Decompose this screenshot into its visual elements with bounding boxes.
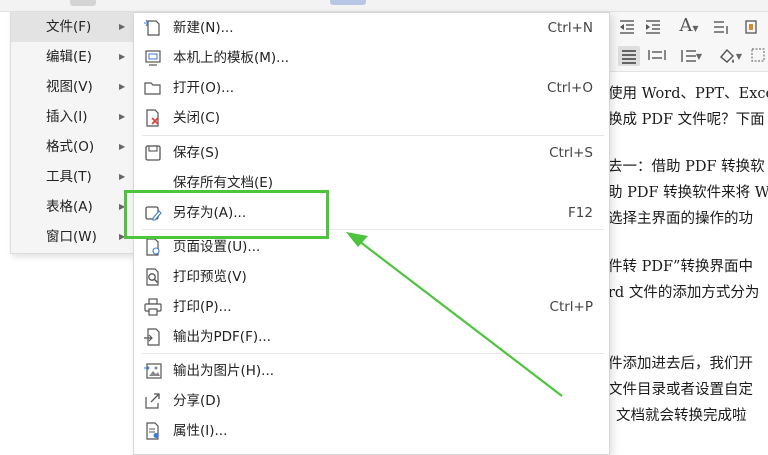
menu-item-new[interactable]: 新建(N)... Ctrl+N — [134, 13, 609, 43]
submenu-arrow-icon: ▶ — [119, 22, 126, 31]
doc-line: 件添加进去后，我们开 — [608, 356, 753, 372]
export-pdf-icon — [144, 328, 160, 346]
doc-line: 去一：借助 PDF 转换软 — [608, 159, 765, 175]
doc-line: 换成 PDF 文件呢？下面 — [608, 112, 765, 128]
menu-item-label: 输出为PDF(F)... — [173, 329, 271, 345]
shortcut-label: Ctrl+N — [547, 20, 593, 36]
formatting-toolbar: A▼ ▼ ▼ — [608, 12, 768, 72]
chevron-down-icon: ▼ — [695, 52, 703, 61]
menu-item-label: 新建(N)... — [173, 20, 234, 36]
submenu-arrow-icon: ▶ — [119, 142, 126, 151]
menu-item-close[interactable]: 关闭(C) — [134, 103, 609, 133]
tab-indicator-left — [70, 0, 96, 6]
chevron-down-icon: ▼ — [692, 24, 699, 33]
doc-line: rd 文件的添加方式分为 — [608, 285, 760, 301]
menu-item-insert[interactable]: 插入(I) ▶ — [11, 102, 133, 132]
highlight-text-icon[interactable] — [744, 18, 764, 38]
doc-line: 文档就会转换完成啦 — [616, 408, 747, 424]
menu-item-label: 本机上的模板(M)... — [173, 50, 290, 66]
menu-item-window[interactable]: 窗口(W) ▶ — [11, 222, 133, 252]
menu-item-label: 插入(I) — [46, 109, 88, 125]
tab-indicator — [330, 0, 366, 5]
menu-item-save[interactable]: 保存(S) Ctrl+S — [134, 138, 609, 168]
menu-item-local-templates[interactable]: 本机上的模板(M)... — [134, 43, 609, 73]
border-icon[interactable] — [750, 46, 768, 66]
doc-line: 文件目录或者设置自定 — [608, 382, 753, 398]
line-spacing-button[interactable]: ▼ — [676, 46, 706, 66]
menu-item-label: 分享(D) — [173, 393, 221, 409]
menu-item-label: 属性(I)... — [173, 423, 228, 439]
new-document-icon — [144, 19, 160, 36]
menu-item-open[interactable]: 打开(O)... Ctrl+O — [134, 73, 609, 103]
submenu-arrow-icon: ▶ — [119, 52, 126, 61]
doc-line: 助 PDF 转换软件来将 W — [608, 185, 768, 201]
close-document-icon — [146, 109, 159, 127]
menu-item-view[interactable]: 视图(V) ▶ — [11, 72, 133, 102]
menu-item-edit[interactable]: 编辑(E) ▶ — [11, 42, 133, 72]
distributed-align-icon[interactable] — [648, 46, 670, 66]
menu-item-properties[interactable]: 属性(I)... — [134, 416, 609, 446]
menu-item-label: 打印预览(V) — [173, 269, 247, 285]
menu-item-label: 保存(S) — [173, 145, 220, 161]
doc-line: 件转 PDF”转换界面中 — [608, 259, 753, 275]
menu-item-tools[interactable]: 工具(T) ▶ — [11, 162, 133, 192]
menu-item-label: 视图(V) — [46, 79, 93, 95]
main-menu: 文件(F) ▶ 编辑(E) ▶ 视图(V) ▶ 插入(I) ▶ 格式(O) ▶ … — [10, 12, 134, 254]
menu-item-file[interactable]: 文件(F) ▶ — [11, 12, 133, 42]
shortcut-label: Ctrl+P — [549, 299, 593, 315]
submenu-arrow-icon: ▶ — [119, 82, 126, 91]
increase-indent-icon[interactable] — [644, 18, 662, 38]
clear-format-icon[interactable] — [712, 18, 732, 38]
menu-item-label: 打印(P)... — [173, 299, 232, 315]
submenu-arrow-icon: ▶ — [119, 172, 126, 181]
export-image-icon — [144, 363, 162, 379]
menu-separator — [142, 135, 604, 136]
shortcut-label: Ctrl+S — [549, 145, 593, 161]
highlight-box — [124, 190, 329, 239]
page-setup-icon — [146, 238, 160, 256]
properties-icon — [146, 422, 159, 440]
menu-item-label: 关闭(C) — [173, 110, 220, 126]
menu-item-label: 窗口(W) — [46, 229, 97, 245]
save-icon — [145, 145, 161, 161]
font-a-icon: A — [679, 15, 693, 36]
menu-item-label: 打开(O)... — [173, 80, 235, 96]
shading-button[interactable]: ▼ — [714, 46, 746, 66]
print-preview-icon — [146, 268, 159, 286]
menu-item-label: 输出为图片(H)... — [173, 363, 275, 379]
template-icon — [145, 50, 161, 66]
decrease-indent-icon[interactable] — [618, 18, 636, 38]
menu-item-print-preview[interactable]: 打印预览(V) — [134, 262, 609, 292]
folder-open-icon — [144, 82, 161, 95]
menu-item-label: 编辑(E) — [46, 49, 93, 65]
share-icon — [145, 393, 160, 409]
menu-item-label: 表格(A) — [46, 199, 93, 215]
doc-line: 使用 Word、PPT、Excel — [608, 86, 768, 102]
menu-item-print[interactable]: 打印(P)... Ctrl+P — [134, 292, 609, 322]
menu-item-label: 工具(T) — [46, 169, 92, 185]
menu-item-table[interactable]: 表格(A) ▶ — [11, 192, 133, 222]
menu-item-format[interactable]: 格式(O) ▶ — [11, 132, 133, 162]
submenu-arrow-icon: ▶ — [119, 112, 126, 121]
menu-separator — [142, 353, 604, 354]
shortcut-label: F12 — [568, 205, 593, 221]
menu-item-label: 格式(O) — [46, 139, 95, 155]
menu-item-label: 文件(F) — [46, 19, 92, 35]
font-effect-button[interactable]: A▼ — [674, 16, 704, 36]
menu-item-share[interactable]: 分享(D) — [134, 386, 609, 416]
doc-line: 选择主界面的操作的功 — [608, 211, 753, 227]
menu-item-export-pdf[interactable]: 输出为PDF(F)... — [134, 322, 609, 352]
align-justify-icon[interactable] — [618, 46, 640, 66]
chevron-down-icon: ▼ — [735, 52, 743, 61]
printer-icon — [144, 298, 162, 316]
title-strip — [0, 0, 768, 12]
shortcut-label: Ctrl+O — [547, 80, 593, 96]
menu-item-export-image[interactable]: 输出为图片(H)... — [134, 356, 609, 386]
document-area[interactable]: 使用 Word、PPT、Excel 换成 PDF 文件呢？下面 去一：借助 PD… — [608, 72, 768, 455]
